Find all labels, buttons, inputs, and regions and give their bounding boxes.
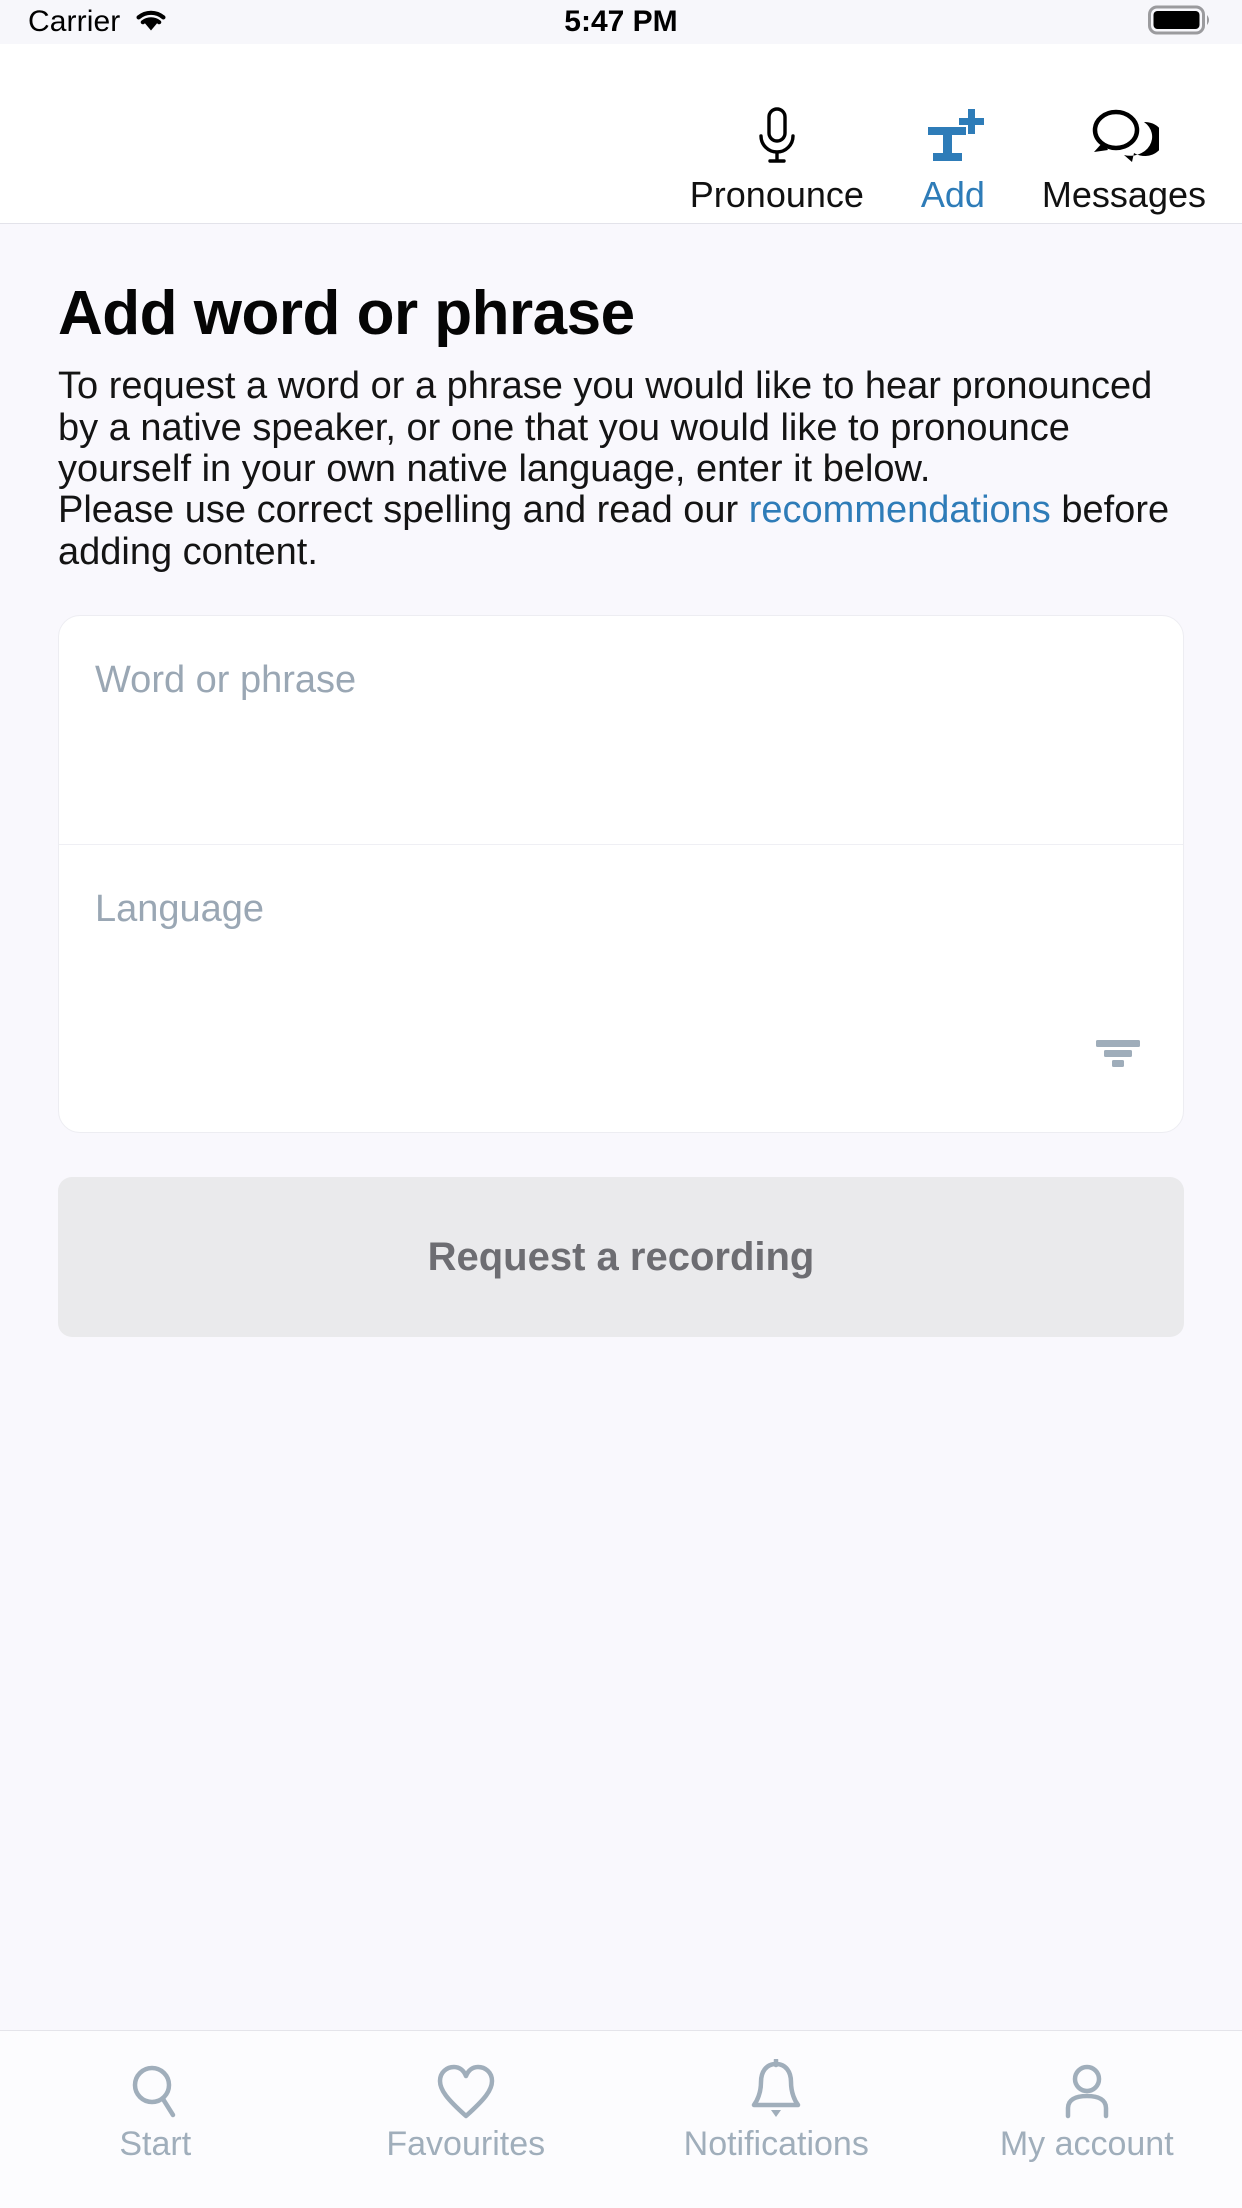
filter-icon[interactable] <box>1093 1037 1143 1074</box>
recommendations-link[interactable]: recommendations <box>749 489 1051 531</box>
intro-paragraph-2: Please use correct spelling and read our… <box>58 490 1184 573</box>
intro-text-before-link: Please use correct spelling and read our <box>58 489 749 532</box>
top-nav-label-pronounce: Pronounce <box>689 174 864 216</box>
top-nav-item-pronounce[interactable]: Pronounce <box>676 99 878 215</box>
main-content: Add word or phrase To request a word or … <box>0 224 1242 2030</box>
intro-text-block: To request a word or a phrase you would … <box>58 365 1184 573</box>
request-recording-button[interactable]: Request a recording <box>58 1177 1184 1338</box>
wifi-icon <box>134 7 168 38</box>
tab-item-notifications[interactable]: Notifications <box>621 2057 932 2161</box>
speech-bubbles-icon <box>1089 99 1159 173</box>
tab-item-my-account[interactable]: My account <box>932 2057 1242 2161</box>
person-icon <box>1058 2057 1116 2121</box>
top-nav-label-messages: Messages <box>1041 174 1206 216</box>
word-or-phrase-field[interactable]: Word or phrase <box>59 616 1183 844</box>
battery-full-icon <box>1148 5 1214 40</box>
app-screen: Carrier 5:47 PM Pronounce Add Messages A… <box>0 0 1242 2208</box>
tab-item-start[interactable]: Start <box>0 2057 311 2161</box>
status-bar: Carrier 5:47 PM <box>0 0 1242 44</box>
tab-label-start: Start <box>119 2125 192 2163</box>
carrier-label: Carrier <box>28 5 121 38</box>
language-placeholder: Language <box>95 888 265 931</box>
page-title: Add word or phrase <box>58 279 635 348</box>
clock-label: 5:47 PM <box>564 5 678 38</box>
bell-icon <box>748 2057 804 2121</box>
status-bar-right <box>1148 5 1214 40</box>
tab-label-notifications: Notifications <box>683 2125 869 2163</box>
top-nav-label-add: Add <box>920 174 985 216</box>
search-icon <box>127 2057 183 2121</box>
tab-item-favourites[interactable]: Favourites <box>311 2057 622 2161</box>
tab-label-my-account: My account <box>999 2125 1174 2163</box>
microphone-icon <box>751 99 803 173</box>
word-or-phrase-placeholder: Word or phrase <box>95 659 357 702</box>
add-word-form-card: Word or phrase Language <box>58 615 1184 1134</box>
tab-label-favourites: Favourites <box>386 2125 546 2163</box>
heart-icon <box>435 2057 497 2121</box>
language-field[interactable]: Language <box>59 844 1183 1132</box>
status-bar-left: Carrier <box>28 5 168 39</box>
bottom-tab-bar: Start Favourites Notifications My accoun… <box>0 2030 1242 2208</box>
text-plus-icon <box>922 99 984 173</box>
intro-paragraph-1: To request a word or a phrase you would … <box>58 365 1153 490</box>
top-nav-item-messages[interactable]: Messages <box>1028 99 1220 215</box>
top-navigation-bar: Pronounce Add Messages <box>0 44 1242 224</box>
top-nav-item-add[interactable]: Add <box>878 99 1028 215</box>
